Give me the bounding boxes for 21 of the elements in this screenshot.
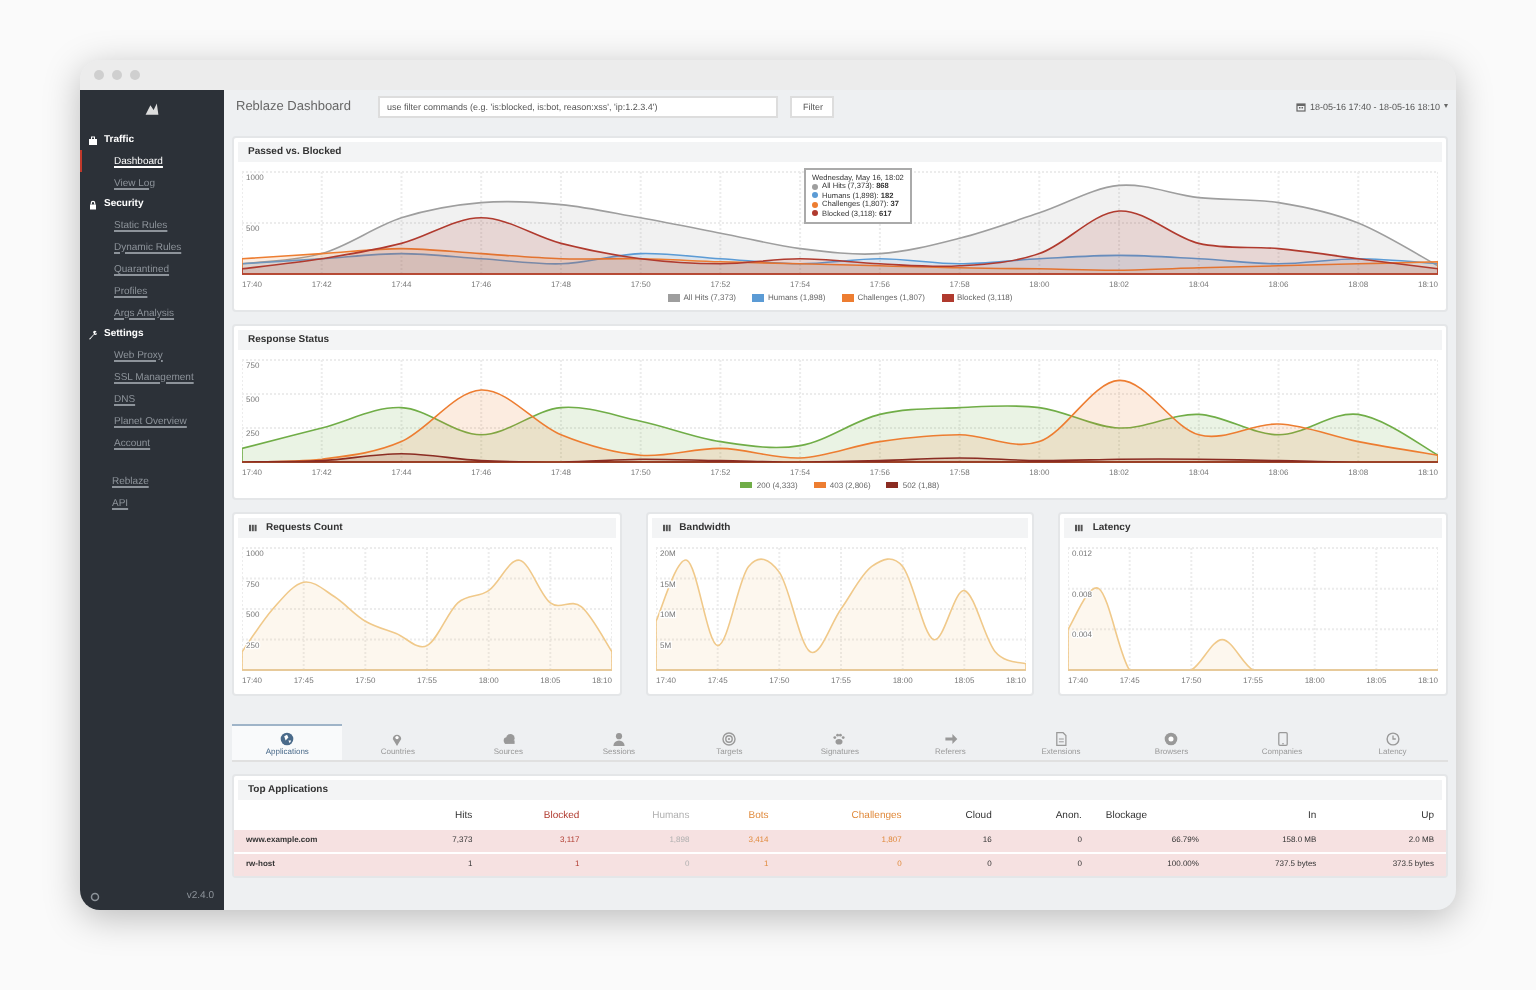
globe-icon <box>280 731 295 746</box>
browser-circle-icon <box>1164 731 1179 746</box>
logo-icon <box>140 102 164 118</box>
wrench-icon <box>88 329 98 339</box>
bar-chart-icon <box>1074 523 1085 532</box>
arrow-right-icon <box>943 731 958 746</box>
target-icon <box>722 731 737 746</box>
user-icon <box>611 731 626 746</box>
document-icon <box>1053 731 1068 746</box>
tablet-icon <box>1275 731 1290 746</box>
cloud-icon <box>501 731 516 746</box>
briefcase-icon <box>88 135 98 145</box>
calendar-icon <box>1295 101 1306 112</box>
lock-icon <box>88 199 98 209</box>
location-pin-icon <box>390 731 405 746</box>
clock-icon <box>1385 731 1400 746</box>
bar-chart-icon <box>248 523 258 532</box>
bar-chart-icon <box>661 523 672 532</box>
caret-icon <box>1444 104 1448 109</box>
circle-icon <box>90 891 100 901</box>
paw-icon <box>832 731 847 746</box>
